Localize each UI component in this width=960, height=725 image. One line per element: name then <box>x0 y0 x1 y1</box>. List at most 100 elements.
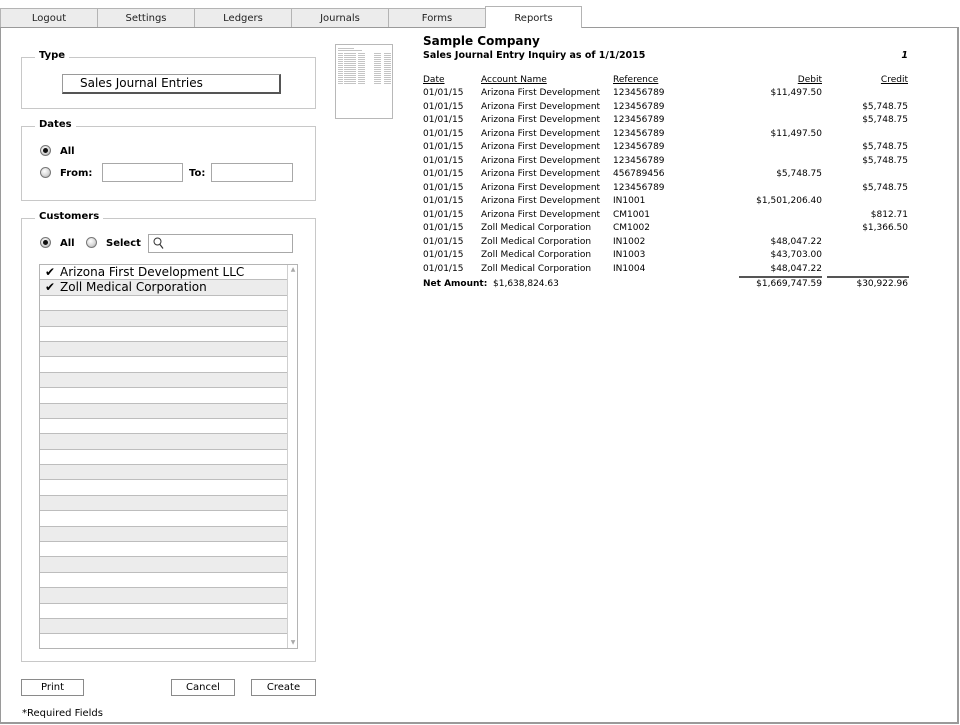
tab-logout[interactable]: Logout <box>0 8 97 28</box>
customer-list-item[interactable] <box>40 311 288 327</box>
cancel-button[interactable]: Cancel <box>171 679 235 696</box>
customer-list-item[interactable] <box>40 604 288 619</box>
report-subtitle: Sales Journal Entry Inquiry as of 1/1/20… <box>423 50 646 61</box>
customer-list-item[interactable]: ✔ Arizona First Development LLC <box>40 265 288 281</box>
customer-list-item[interactable] <box>40 480 288 496</box>
row-credit: $5,748.75 <box>862 142 908 152</box>
thumbnail-line <box>384 69 391 70</box>
thumbnail-line <box>344 69 356 70</box>
customers-select-radio[interactable] <box>86 237 97 248</box>
report-row: 01/01/15 Arizona First Development 1234567… <box>423 101 913 115</box>
row-debit: $43,703.00 <box>770 250 822 260</box>
customer-list-item[interactable]: ✔ Zoll Medical Corporation <box>40 280 288 296</box>
customer-name: Zoll Medical Corporation <box>60 280 207 295</box>
total-credit: $30,922.96 <box>856 279 908 289</box>
thumbnail-line <box>338 59 343 60</box>
row-debit: $48,047.22 <box>770 263 822 274</box>
customer-list-item[interactable] <box>40 434 288 450</box>
thumbnail-line <box>344 57 356 58</box>
row-credit: $812.71 <box>870 209 908 220</box>
report-row: 01/01/15 Zoll Medical Corporation CM1002 $1… <box>423 222 913 236</box>
dates-range-radio[interactable] <box>40 167 51 178</box>
thumbnail-line <box>338 50 362 51</box>
report-row: 01/01/15 Arizona First Development 1234567… <box>423 114 913 128</box>
dates-all-radio[interactable] <box>40 145 51 156</box>
row-date: 01/01/15 <box>423 236 464 247</box>
customer-list-item[interactable] <box>40 357 288 373</box>
customer-list-item[interactable] <box>40 634 288 648</box>
thumbnail-line <box>344 67 356 68</box>
customers-select-label: Select <box>106 238 141 249</box>
customer-list[interactable]: ✔ Arizona First Development LLC ✔ Zoll Medi… <box>39 264 298 649</box>
row-date: 01/01/15 <box>423 263 464 274</box>
customers-all-radio[interactable] <box>40 237 51 248</box>
row-reference: 123456789 <box>613 182 665 193</box>
tab-journals[interactable]: Journals <box>291 8 388 28</box>
report-row: 01/01/15 Zoll Medical Corporation IN1003 $4… <box>423 249 913 263</box>
customer-list-item[interactable] <box>40 296 288 312</box>
print-button[interactable]: Print <box>21 679 84 696</box>
thumbnail-line <box>374 73 381 74</box>
row-date: 01/01/15 <box>423 155 464 166</box>
thumbnail-line <box>338 48 354 49</box>
row-reference: 123456789 <box>613 155 665 166</box>
report-row: 01/01/15 Arizona First Development IN1001 $… <box>423 195 913 209</box>
tab-forms[interactable]: Forms <box>388 8 485 28</box>
thumbnail-line <box>344 61 356 62</box>
create-button[interactable]: Create <box>251 679 316 696</box>
row-account: Zoll Medical Corporation <box>481 263 592 274</box>
customer-list-item[interactable] <box>40 372 288 389</box>
report-row: 01/01/15 Arizona First Development 1234567… <box>423 128 913 142</box>
customer-list-item[interactable] <box>40 588 288 604</box>
customer-list-item[interactable] <box>40 495 288 512</box>
header-account: Account Name <box>481 75 547 85</box>
row-account: Arizona First Development <box>481 155 601 166</box>
customer-list-item[interactable] <box>40 511 288 527</box>
tab-reports[interactable]: Reports <box>485 6 582 28</box>
row-date: 01/01/15 <box>423 88 464 98</box>
customer-list-item[interactable] <box>40 403 288 419</box>
checkmark-icon: ✔ <box>44 280 56 295</box>
report-totals-row: Net Amount: $1,638,824.63 $1,669,747.59 $30… <box>423 276 913 290</box>
thumbnail-line <box>374 81 381 82</box>
customer-list-item[interactable] <box>40 327 288 342</box>
thumbnail-line <box>374 59 381 60</box>
thumbnail-line <box>344 81 356 82</box>
customer-list-item[interactable] <box>40 557 288 573</box>
scroll-down-arrow-icon[interactable]: ▼ <box>289 639 297 647</box>
customer-list-item[interactable] <box>40 526 288 543</box>
tab-ledgers[interactable]: Ledgers <box>194 8 291 28</box>
customer-list-item[interactable] <box>40 341 288 358</box>
row-account: Arizona First Development <box>481 88 601 98</box>
customer-list-scrollbar[interactable]: ▲ ▼ <box>287 265 297 648</box>
tab-settings[interactable]: Settings <box>97 8 194 28</box>
type-group: Type Sales Journal Entries <box>21 50 316 109</box>
thumbnail-line <box>338 55 343 56</box>
report-thumbnail[interactable] <box>335 44 393 119</box>
scroll-up-arrow-icon[interactable]: ▲ <box>289 266 297 274</box>
customer-list-item[interactable] <box>40 419 288 435</box>
search-icon <box>153 237 164 249</box>
to-date-input[interactable] <box>211 163 293 182</box>
report-type-select[interactable]: Sales Journal Entries <box>62 74 281 94</box>
header-date: Date <box>423 75 445 85</box>
customer-list-item[interactable] <box>40 388 288 404</box>
customer-list-item[interactable] <box>40 465 288 481</box>
customer-search-input[interactable] <box>148 234 293 253</box>
thumbnail-line <box>384 79 391 80</box>
customer-list-rows: ✔ Arizona First Development LLC ✔ Zoll Medi… <box>40 265 288 648</box>
thumbnail-line <box>374 63 381 64</box>
customer-list-item[interactable] <box>40 450 288 466</box>
thumbnail-line <box>384 81 391 82</box>
row-credit: $5,748.75 <box>862 182 908 193</box>
tab-bar: Logout Settings Ledgers Journals Forms R… <box>0 6 960 28</box>
dates-all-label: All <box>60 146 75 157</box>
customer-list-item[interactable] <box>40 573 288 589</box>
from-date-input[interactable] <box>102 163 183 182</box>
row-reference: 123456789 <box>613 142 665 152</box>
thumbnail-line <box>358 79 365 80</box>
thumbnail-line <box>358 59 365 60</box>
customer-list-item[interactable] <box>40 542 288 558</box>
header-reference: Reference <box>613 75 659 85</box>
customer-list-item[interactable] <box>40 618 288 635</box>
